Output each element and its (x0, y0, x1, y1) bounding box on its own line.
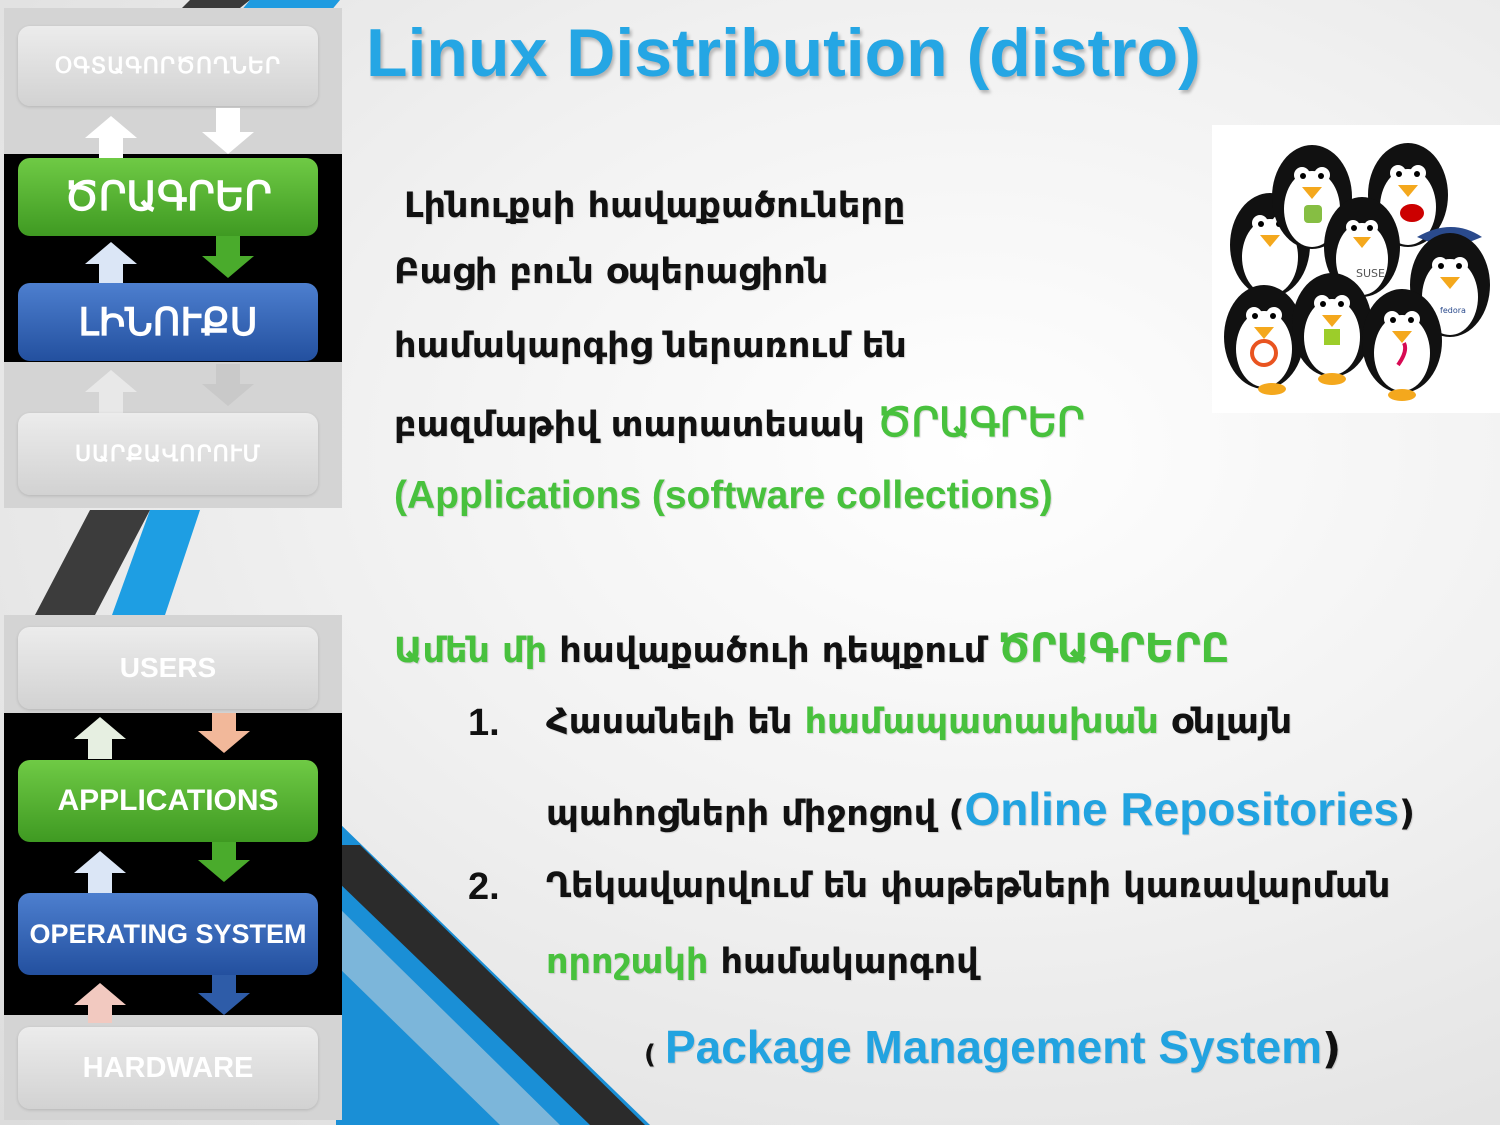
item-1-line-2-close: ) (1399, 794, 1416, 834)
package-management-highlight: Package Management System (664, 1021, 1323, 1073)
down-arrow-shaft (212, 713, 236, 733)
item-1-number: 1. (468, 702, 500, 744)
up-arrow-icon (74, 717, 126, 739)
up-arrow-shaft (88, 1003, 112, 1023)
applications-highlight: ԾՐԱԳՐԵՐ (876, 401, 1085, 445)
intro-line-4-text: բազմաթիվ տարատեսակ (394, 405, 877, 445)
intro-line-5: (Applications (software collections) (394, 474, 1053, 517)
distro-penguins-image: SUSE fedora (1212, 125, 1500, 413)
item-2-number: 2. (468, 866, 500, 908)
applications-box: ԾՐԱԳՐԵՐ (18, 158, 318, 236)
penguin-icon (1362, 289, 1442, 393)
up-arrow-shaft (88, 871, 112, 893)
item-2-close-paren: ) (1322, 1024, 1342, 1073)
down-arrow-shaft (212, 975, 236, 995)
penguin-group-icon: SUSE fedora (1224, 143, 1490, 401)
up-arrow-shaft (88, 737, 112, 759)
os-box: ԼԻՆՈՒՔՍ (18, 283, 318, 361)
down-arrow-icon (198, 731, 250, 753)
down-arrow-shaft (216, 108, 240, 134)
stack-diagram-english: USERS APPLICATIONS OPERATING SYSTEM HARD… (4, 615, 342, 1120)
item-1-line-1: Հասանելի են համապատասխան օնլայն (546, 702, 1292, 742)
intro-line-2: Բացի բուն օպերացիոն (394, 252, 829, 292)
stack-diagram-armenian: ՕԳՏԱԳՈՐԾՈՂՆԵՐ ԾՐԱԳՐԵՐ ԼԻՆՈՒՔՍ ՍԱՐՔԱՎՈՐՈՒ… (4, 8, 342, 508)
applications-box: APPLICATIONS (18, 760, 318, 842)
intro-line-4: բազմաթիվ տարատեսակ ԾՐԱԳՐԵՐ (394, 400, 1085, 446)
up-arrow-icon (74, 983, 126, 1005)
svg-text:fedora: fedora (1440, 306, 1466, 315)
down-arrow-shaft (216, 364, 240, 386)
lead-green-text: Ամեն մի (394, 631, 548, 671)
item-2-line-2: որոշակի համակարգով (546, 942, 979, 982)
page-title: Linux Distribution (distro) (366, 15, 1201, 91)
lead-highlight: ԾՐԱԳՐԵՐԸ (998, 626, 1230, 672)
item-1-text-b: օնլայն (1158, 702, 1293, 742)
item-2-line-3: ( Package Management System) (644, 1020, 1341, 1074)
svg-text:SUSE: SUSE (1356, 267, 1385, 280)
down-arrow-icon (202, 384, 254, 406)
hardware-box: HARDWARE (18, 1027, 318, 1109)
up-arrow-icon (74, 851, 126, 873)
hardware-box: ՍԱՐՔԱՎՈՐՈՒՄ (18, 413, 318, 495)
item-2-line-1: Ղեկավարվում են փաթեթների կառավարման (546, 866, 1391, 906)
users-box: ՕԳՏԱԳՈՐԾՈՂՆԵՐ (18, 26, 318, 106)
down-arrow-shaft (216, 236, 240, 258)
item-1-line-2-text: պահոցների միջոցով ( (546, 794, 965, 834)
lead-text: հավաքածուի դեպքում (547, 631, 999, 671)
penguin-icon (1224, 285, 1304, 389)
penguin-icon (1292, 273, 1372, 377)
up-arrow-icon (85, 116, 137, 138)
os-box: OPERATING SYSTEM (18, 893, 318, 975)
down-arrow-icon (198, 993, 250, 1015)
item-1-text-a: Հասանելի են (546, 702, 805, 742)
users-box: USERS (18, 627, 318, 709)
down-arrow-icon (198, 860, 250, 882)
down-arrow-icon (202, 256, 254, 278)
online-repositories-highlight: Online Repositories (964, 783, 1400, 835)
item-2-green-text: որոշակի (546, 942, 709, 982)
item-2-line-2-text: համակարգով (708, 942, 979, 982)
up-arrow-icon (85, 370, 137, 392)
down-arrow-icon (202, 132, 254, 154)
item-1-highlight: համապատասխան (804, 702, 1159, 742)
down-arrow-shaft (212, 842, 236, 862)
intro-line-3: համակարգից ներառում են (394, 326, 907, 366)
up-arrow-icon (85, 242, 137, 264)
item-2-open-paren: ( (644, 1040, 665, 1070)
item-1-line-2: պահոցների միջոցով (Online Repositories) (546, 782, 1415, 836)
intro-line-1: Լինուքսի հավաքածուները (404, 186, 906, 226)
section2-lead: Ամեն մի հավաքածուի դեպքում ԾՐԱԳՐԵՐԸ (394, 626, 1229, 672)
